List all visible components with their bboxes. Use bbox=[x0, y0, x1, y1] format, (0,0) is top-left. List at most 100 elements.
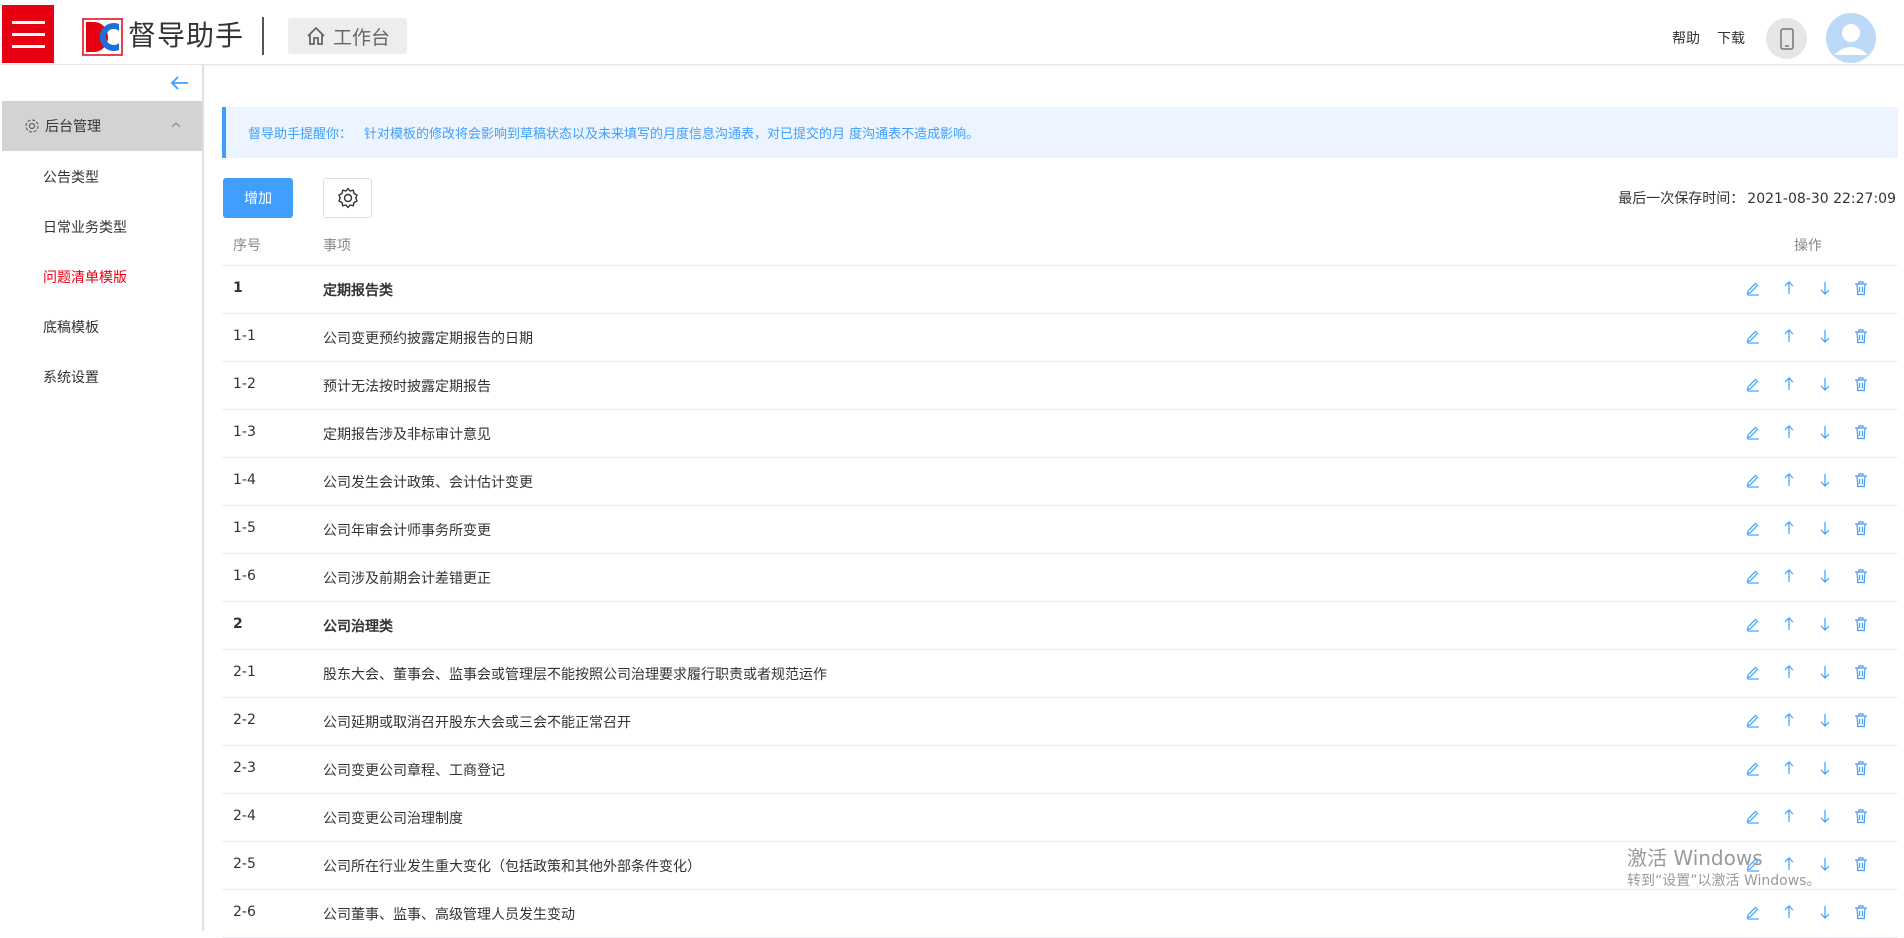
table-header: 序号 事项 操作 bbox=[222, 223, 1898, 266]
edit-icon[interactable] bbox=[1744, 807, 1762, 825]
delete-icon[interactable] bbox=[1852, 807, 1870, 825]
arrow-down-icon[interactable] bbox=[1816, 519, 1834, 537]
delete-icon[interactable] bbox=[1852, 663, 1870, 681]
arrow-up-icon[interactable] bbox=[1780, 567, 1798, 585]
gear-icon bbox=[337, 187, 358, 209]
arrow-down-icon[interactable] bbox=[1816, 663, 1834, 681]
arrow-up-icon[interactable] bbox=[1780, 279, 1798, 297]
edit-icon[interactable] bbox=[1744, 519, 1762, 537]
arrow-up-icon[interactable] bbox=[1780, 519, 1798, 537]
row-actions bbox=[1744, 423, 1870, 441]
edit-icon[interactable] bbox=[1744, 279, 1762, 297]
row-item: 股东大会、董事会、监事会或管理层不能按照公司治理要求履行职责或者规范运作 bbox=[323, 667, 827, 683]
row-actions bbox=[1744, 903, 1870, 921]
arrow-down-icon[interactable] bbox=[1816, 423, 1834, 441]
arrow-up-icon[interactable] bbox=[1780, 807, 1798, 825]
sidebar: 后台管理 公告类型 日常业务类型 问题清单模版 底稿模板 系统设置 bbox=[2, 65, 204, 931]
arrow-left-icon[interactable] bbox=[168, 71, 192, 95]
edit-icon[interactable] bbox=[1744, 615, 1762, 633]
sidebar-item-daily-business-type[interactable]: 日常业务类型 bbox=[43, 217, 127, 237]
delete-icon[interactable] bbox=[1852, 519, 1870, 537]
sidebar-item-draft-template[interactable]: 底稿模板 bbox=[43, 317, 99, 337]
arrow-down-icon[interactable] bbox=[1816, 471, 1834, 489]
row-item: 公司董事、监事、高级管理人员发生变动 bbox=[323, 907, 575, 923]
row-item: 公司所在行业发生重大变化（包括政策和其他外部条件变化） bbox=[323, 859, 701, 875]
arrow-up-icon[interactable] bbox=[1780, 327, 1798, 345]
arrow-down-icon[interactable] bbox=[1816, 759, 1834, 777]
sidebar-group-label: 后台管理 bbox=[45, 119, 101, 135]
row-number: 1-4 bbox=[233, 472, 256, 488]
delete-icon[interactable] bbox=[1852, 423, 1870, 441]
delete-icon[interactable] bbox=[1852, 615, 1870, 633]
row-actions bbox=[1744, 327, 1870, 345]
arrow-up-icon[interactable] bbox=[1780, 711, 1798, 729]
edit-icon[interactable] bbox=[1744, 567, 1762, 585]
row-number: 1-3 bbox=[233, 424, 256, 440]
delete-icon[interactable] bbox=[1852, 759, 1870, 777]
arrow-down-icon[interactable] bbox=[1816, 375, 1834, 393]
menu-line-icon bbox=[12, 21, 45, 24]
delete-icon[interactable] bbox=[1852, 471, 1870, 489]
arrow-down-icon[interactable] bbox=[1816, 567, 1834, 585]
arrow-down-icon[interactable] bbox=[1816, 807, 1834, 825]
brand-logo-icon bbox=[82, 18, 123, 56]
menu-line-icon bbox=[12, 33, 45, 36]
table-body: 1 定期报告类 1-1 公司变更预约披露定期报告的日期 1-2 预计无法按时披露定期报告 1… bbox=[222, 266, 1898, 938]
edit-icon[interactable] bbox=[1744, 471, 1762, 489]
edit-icon[interactable] bbox=[1744, 711, 1762, 729]
edit-icon[interactable] bbox=[1744, 855, 1762, 873]
delete-icon[interactable] bbox=[1852, 327, 1870, 345]
delete-icon[interactable] bbox=[1852, 711, 1870, 729]
arrow-down-icon[interactable] bbox=[1816, 279, 1834, 297]
arrow-up-icon[interactable] bbox=[1780, 471, 1798, 489]
edit-icon[interactable] bbox=[1744, 423, 1762, 441]
help-link[interactable]: 帮助 bbox=[1672, 28, 1700, 48]
row-number: 1 bbox=[233, 280, 243, 296]
row-number: 2-4 bbox=[233, 808, 256, 824]
mobile-button[interactable] bbox=[1766, 18, 1807, 59]
sidebar-item-issue-template[interactable]: 问题清单模版 bbox=[43, 267, 127, 287]
delete-icon[interactable] bbox=[1852, 903, 1870, 921]
row-number: 2 bbox=[233, 616, 243, 632]
edit-icon[interactable] bbox=[1744, 663, 1762, 681]
edit-icon[interactable] bbox=[1744, 759, 1762, 777]
edit-icon[interactable] bbox=[1744, 375, 1762, 393]
row-item: 定期报告类 bbox=[323, 283, 393, 299]
row-number: 2-3 bbox=[233, 760, 256, 776]
arrow-up-icon[interactable] bbox=[1780, 855, 1798, 873]
arrow-up-icon[interactable] bbox=[1780, 375, 1798, 393]
gear-icon bbox=[25, 119, 39, 133]
sidebar-item-announcement-type[interactable]: 公告类型 bbox=[43, 167, 99, 187]
arrow-up-icon[interactable] bbox=[1780, 759, 1798, 777]
settings-button[interactable] bbox=[323, 178, 372, 218]
row-number: 2-1 bbox=[233, 664, 256, 680]
arrow-down-icon[interactable] bbox=[1816, 903, 1834, 921]
table-row: 1-1 公司变更预约披露定期报告的日期 bbox=[222, 314, 1898, 362]
arrow-up-icon[interactable] bbox=[1780, 903, 1798, 921]
arrow-down-icon[interactable] bbox=[1816, 711, 1834, 729]
add-button[interactable]: 增加 bbox=[223, 178, 293, 218]
delete-icon[interactable] bbox=[1852, 375, 1870, 393]
download-link[interactable]: 下载 bbox=[1717, 28, 1745, 48]
arrow-down-icon[interactable] bbox=[1816, 327, 1834, 345]
home-icon bbox=[307, 26, 325, 45]
workbench-label: 工作台 bbox=[332, 26, 390, 49]
arrow-down-icon[interactable] bbox=[1816, 615, 1834, 633]
sidebar-item-system-settings[interactable]: 系统设置 bbox=[43, 367, 99, 387]
top-bar: 督导助手 工作台 帮助 下载 bbox=[0, 0, 1904, 65]
arrow-up-icon[interactable] bbox=[1780, 663, 1798, 681]
workbench-button[interactable]: 工作台 bbox=[288, 18, 407, 54]
delete-icon[interactable] bbox=[1852, 855, 1870, 873]
row-item: 公司发生会计政策、会计估计变更 bbox=[323, 475, 533, 491]
arrow-up-icon[interactable] bbox=[1780, 423, 1798, 441]
row-number: 1-5 bbox=[233, 520, 256, 536]
delete-icon[interactable] bbox=[1852, 279, 1870, 297]
user-avatar[interactable] bbox=[1826, 13, 1876, 63]
hamburger-menu-button[interactable] bbox=[2, 5, 54, 63]
arrow-up-icon[interactable] bbox=[1780, 615, 1798, 633]
delete-icon[interactable] bbox=[1852, 567, 1870, 585]
edit-icon[interactable] bbox=[1744, 327, 1762, 345]
arrow-down-icon[interactable] bbox=[1816, 855, 1834, 873]
edit-icon[interactable] bbox=[1744, 903, 1762, 921]
sidebar-group-admin[interactable]: 后台管理 bbox=[2, 101, 202, 151]
